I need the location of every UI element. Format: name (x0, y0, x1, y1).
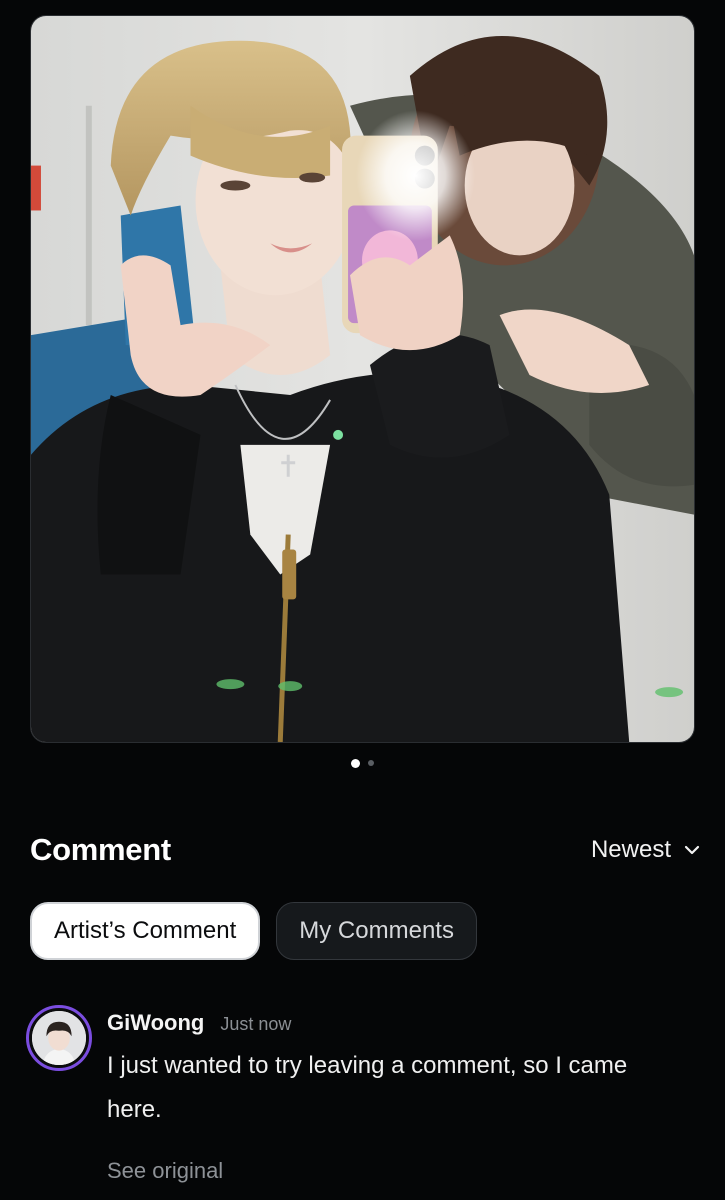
avatar[interactable] (26, 1005, 92, 1071)
comment-header: GiWoong Just now (107, 1010, 291, 1036)
sort-dropdown[interactable]: Newest (591, 836, 701, 864)
post-detail-screen: Comment Newest Artist’s Comment My Comme… (0, 0, 725, 1200)
comment-section-title: Comment (30, 832, 171, 867)
tab-artists-comment[interactable]: Artist’s Comment (30, 902, 261, 960)
tab-my-comments[interactable]: My Comments (276, 902, 477, 960)
carousel-dot[interactable] (368, 760, 374, 766)
comment-text: I just wanted to try leaving a comment, … (107, 1052, 628, 1123)
post-photo[interactable] (30, 15, 695, 743)
mirror-selfie-image (31, 16, 694, 742)
carousel-indicator (0, 758, 725, 768)
see-original-link[interactable]: See original (107, 1158, 223, 1184)
comment-tabs: Artist’s Comment My Comments (30, 902, 477, 960)
comment-timestamp: Just now (220, 1014, 292, 1034)
carousel-dot-active[interactable] (351, 758, 360, 768)
user-avatar-image (32, 1011, 86, 1065)
comment-author[interactable]: GiWoong (107, 1010, 204, 1036)
sort-label: Newest (590, 836, 671, 863)
chevron-down-icon (684, 845, 700, 855)
